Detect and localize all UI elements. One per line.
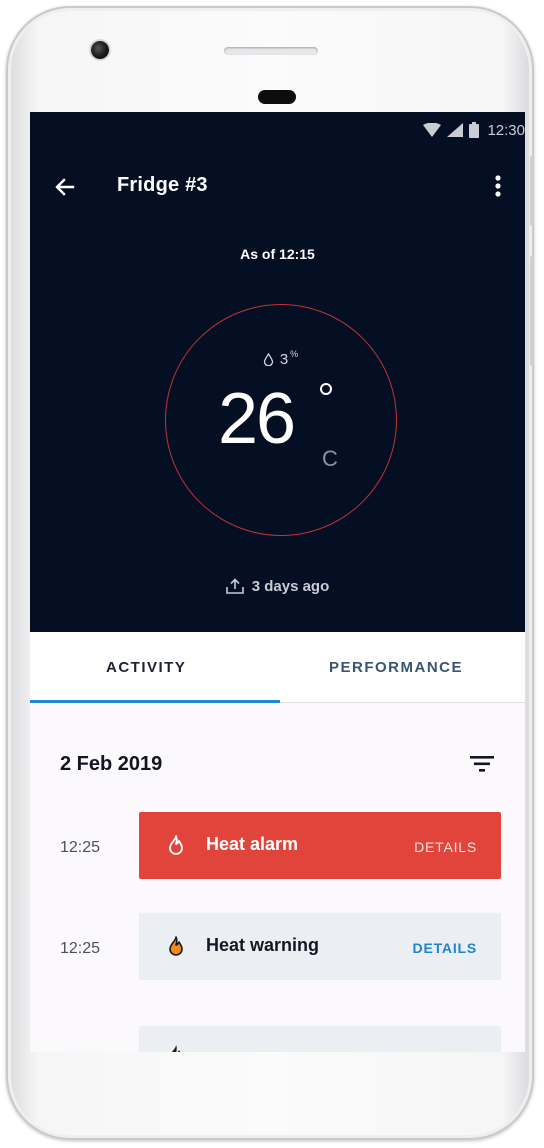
phone-side-button — [530, 256, 534, 366]
app-screen: 12:30 Fridge #3 As of 12:15 3% 26 C 3 da… — [30, 112, 525, 1052]
arrow-back-icon — [55, 178, 75, 196]
proximity-sensor — [258, 90, 296, 104]
details-button[interactable]: DETAILS — [413, 940, 477, 956]
signal-icon — [447, 123, 464, 137]
phone-side-button — [530, 156, 534, 226]
last-sync-text: 3 days ago — [251, 578, 330, 595]
humidity-value: 3 — [279, 351, 289, 368]
event-label: Heat warning — [206, 935, 320, 955]
humidity-readout: 3% — [166, 349, 395, 368]
status-bar: 12:30 — [423, 120, 525, 140]
earpiece-speaker — [224, 47, 318, 55]
tab-bar: ACTIVITY PERFORMANCE — [30, 632, 525, 703]
overflow-menu-button[interactable] — [491, 172, 505, 202]
status-time: 12:30 — [487, 121, 525, 139]
temperature-dial: 3% 26 C — [165, 304, 397, 536]
flame-icon — [171, 1045, 181, 1052]
tab-activity[interactable]: ACTIVITY — [106, 659, 186, 676]
back-button[interactable] — [52, 174, 78, 200]
status-icons — [423, 122, 480, 138]
event-card-heat-warning[interactable]: Heat warning DETAILS — [139, 913, 501, 980]
humidity-unit: % — [290, 349, 299, 359]
degree-symbol — [320, 383, 332, 395]
filter-icon — [470, 756, 494, 772]
droplet-icon — [263, 353, 273, 366]
flame-icon — [169, 936, 183, 956]
event-card-partial[interactable] — [139, 1026, 501, 1052]
upload-icon — [225, 578, 244, 594]
details-button[interactable]: DETAILS — [414, 839, 477, 855]
flame-icon — [169, 835, 183, 855]
date-heading: 2 Feb 2019 — [60, 753, 163, 775]
event-label: Heat alarm — [206, 834, 299, 854]
front-camera — [91, 41, 109, 59]
temperature-unit: C — [322, 446, 338, 471]
event-time: 12:25 — [60, 839, 101, 856]
activity-list: 2 Feb 2019 12:25 Heat alarm DETAILS 12:2… — [30, 703, 525, 1052]
toolbar: Fridge #3 — [30, 170, 525, 206]
last-sync: 3 days ago — [30, 578, 525, 595]
filter-button[interactable] — [470, 755, 494, 773]
event-time: 12:25 — [60, 940, 101, 957]
temperature-value: 26 — [218, 379, 296, 459]
reading-timestamp: As of 12:15 — [240, 246, 315, 262]
tab-performance[interactable]: PERFORMANCE — [329, 659, 463, 676]
page-title: Fridge #3 — [117, 174, 208, 196]
event-card-heat-alarm[interactable]: Heat alarm DETAILS — [139, 812, 501, 879]
device-header: 12:30 Fridge #3 As of 12:15 3% 26 C 3 da… — [30, 112, 525, 632]
wifi-icon — [423, 123, 442, 137]
battery-icon — [469, 122, 480, 138]
more-vert-icon — [495, 175, 501, 197]
